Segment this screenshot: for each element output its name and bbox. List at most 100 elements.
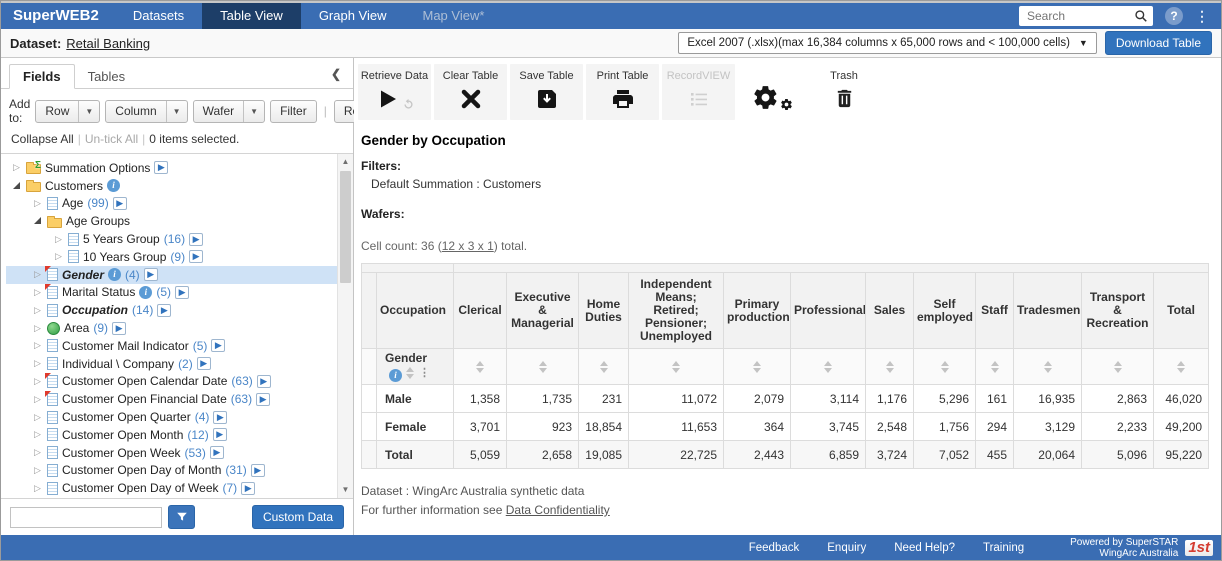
dataset-name-link[interactable]: Retail Banking <box>66 36 150 51</box>
add-to-table-icon[interactable]: ▶ <box>189 233 203 246</box>
nav-graph-view[interactable]: Graph View <box>301 3 405 29</box>
sort-icon[interactable] <box>1114 361 1122 373</box>
expander-icon[interactable]: ▷ <box>11 162 22 173</box>
export-format-select[interactable]: Excel 2007 (.xlsx)(max 16,384 columns x … <box>678 32 1097 54</box>
column-header[interactable]: Home Duties <box>579 273 629 349</box>
tree-item-customer-open-week[interactable]: ▷ Customer Open Week (53) ▶ <box>6 444 337 462</box>
add-to-row-button[interactable]: Row▼ <box>35 100 100 123</box>
tree-item-individual-company[interactable]: ▷ Individual \ Company (2) ▶ <box>6 355 337 373</box>
tree-item-marital-status[interactable]: ▷ Marital Status i (5) ▶ <box>6 284 337 302</box>
custom-data-button[interactable]: Custom Data <box>252 505 344 529</box>
search-input[interactable] <box>1025 8 1134 24</box>
nav-table-view[interactable]: Table View <box>202 3 301 29</box>
add-to-table-icon[interactable]: ▶ <box>157 304 171 317</box>
add-to-column-button[interactable]: Column▼ <box>105 100 187 123</box>
retrieve-data-button[interactable]: Retrieve Data <box>358 64 431 120</box>
add-to-table-icon[interactable]: ▶ <box>256 393 270 406</box>
info-icon[interactable]: i <box>389 369 402 382</box>
save-table-button[interactable]: Save Table <box>510 64 583 120</box>
row-dimension-header[interactable]: Genderi⋮ <box>377 349 454 385</box>
sort-icon[interactable] <box>941 361 949 373</box>
sort-icon[interactable] <box>824 361 832 373</box>
info-icon[interactable]: i <box>139 286 152 299</box>
expander-icon[interactable]: ▷ <box>32 287 43 298</box>
field-search-input[interactable] <box>10 507 162 528</box>
tree-item-summation-options[interactable]: ▷ Summation Options ▶ <box>6 159 337 177</box>
nav-datasets[interactable]: Datasets <box>115 3 202 29</box>
info-icon[interactable]: i <box>107 179 120 192</box>
row-label[interactable]: Total <box>377 441 454 469</box>
add-to-table-icon[interactable]: ▶ <box>257 375 271 388</box>
row-label[interactable]: Male <box>377 385 454 413</box>
column-header[interactable]: Staff <box>976 273 1014 349</box>
expander-icon[interactable] <box>11 181 22 191</box>
add-to-table-icon[interactable]: ▶ <box>251 464 265 477</box>
data-confidentiality-link[interactable]: Data Confidentiality <box>506 503 610 517</box>
sort-icon[interactable] <box>672 361 680 373</box>
add-to-table-icon[interactable]: ▶ <box>213 428 227 441</box>
expander-icon[interactable]: ▷ <box>32 269 43 280</box>
expander-icon[interactable]: ▷ <box>32 323 43 334</box>
scrollbar-thumb[interactable] <box>340 171 351 283</box>
collapse-sidebar-icon[interactable]: ❮ <box>331 67 341 81</box>
expander-icon[interactable]: ▷ <box>53 234 64 245</box>
column-header[interactable]: Executive & Managerial <box>507 273 579 349</box>
column-header[interactable]: Clerical <box>454 273 507 349</box>
cell-count-link[interactable]: 12 x 3 x 1 <box>442 239 494 253</box>
scroll-up-icon[interactable]: ▲ <box>342 156 350 168</box>
tree-item-gender[interactable]: ▷ Gender i (4) ▶ <box>6 266 337 284</box>
add-to-table-icon[interactable]: ▶ <box>175 286 189 299</box>
footer-link-feedback[interactable]: Feedback <box>749 542 800 554</box>
column-dimension-header[interactable]: Occupation⋮ <box>377 273 454 349</box>
sort-icon[interactable] <box>991 361 999 373</box>
add-to-table-icon[interactable]: ▶ <box>154 161 168 174</box>
column-header[interactable]: Sales <box>866 273 914 349</box>
filter-fields-button[interactable] <box>168 505 195 529</box>
clear-table-button[interactable]: Clear Table <box>434 64 507 120</box>
tree-item-customer-open-calendar-date[interactable]: ▷ Customer Open Calendar Date (63) ▶ <box>6 373 337 391</box>
expander-icon[interactable]: ▷ <box>32 447 43 458</box>
nav-map-view[interactable]: Map View* <box>405 3 503 29</box>
footer-link-training[interactable]: Training <box>983 542 1024 554</box>
expander-icon[interactable]: ▷ <box>53 251 64 262</box>
tree-item-customer-open-quarter[interactable]: ▷ Customer Open Quarter (4) ▶ <box>6 408 337 426</box>
expander-icon[interactable]: ▷ <box>32 483 43 494</box>
sort-icon[interactable] <box>753 361 761 373</box>
search-box[interactable] <box>1019 6 1153 26</box>
expander-icon[interactable]: ▷ <box>32 465 43 476</box>
expander-icon[interactable]: ▷ <box>32 429 43 440</box>
column-header[interactable]: Transport & Recreation <box>1082 273 1154 349</box>
sort-icon[interactable] <box>1044 361 1052 373</box>
tree-item-customer-mail-indicator[interactable]: ▷ Customer Mail Indicator (5) ▶ <box>6 337 337 355</box>
tab-fields[interactable]: Fields <box>9 64 75 89</box>
tree-item-5-years-group[interactable]: ▷ 5 Years Group (16) ▶ <box>6 230 337 248</box>
tab-tables[interactable]: Tables <box>75 65 139 88</box>
expander-icon[interactable]: ▷ <box>32 394 43 405</box>
expander-icon[interactable]: ▷ <box>32 412 43 423</box>
add-to-table-icon[interactable]: ▶ <box>189 250 203 263</box>
info-icon[interactable]: i <box>108 268 121 281</box>
sort-icon[interactable] <box>886 361 894 373</box>
add-to-wafer-button[interactable]: Wafer▼ <box>193 100 265 123</box>
wafer-dropdown-icon[interactable]: ▼ <box>243 101 264 122</box>
expander-icon[interactable]: ▷ <box>32 198 43 209</box>
tree-item-occupation[interactable]: ▷ Occupation (14) ▶ <box>6 301 337 319</box>
add-to-table-icon[interactable]: ▶ <box>197 357 211 370</box>
column-header[interactable]: Tradesmen <box>1014 273 1082 349</box>
tree-item-customers[interactable]: Customers i <box>6 177 337 195</box>
tree-item-age[interactable]: ▷ Age (99) ▶ <box>6 195 337 213</box>
print-table-button[interactable]: Print Table <box>586 64 659 120</box>
column-header[interactable]: Independent Means; Retired; Pensioner; U… <box>629 273 724 349</box>
tree-item-customer-open-day-of-week[interactable]: ▷ Customer Open Day of Week (7) ▶ <box>6 479 337 497</box>
expander-icon[interactable]: ▷ <box>32 358 43 369</box>
trash-button[interactable]: Trash <box>815 64 873 120</box>
tree-scrollbar[interactable]: ▲ ▼ <box>337 154 353 498</box>
add-to-table-icon[interactable]: ▶ <box>144 268 158 281</box>
add-to-table-icon[interactable]: ▶ <box>113 197 127 210</box>
expander-icon[interactable]: ▷ <box>32 376 43 387</box>
column-header[interactable]: Professional <box>791 273 866 349</box>
row-dropdown-icon[interactable]: ▼ <box>78 101 99 122</box>
search-icon[interactable] <box>1134 9 1148 23</box>
help-icon[interactable]: ? <box>1165 7 1183 25</box>
add-to-table-icon[interactable]: ▶ <box>241 482 255 495</box>
